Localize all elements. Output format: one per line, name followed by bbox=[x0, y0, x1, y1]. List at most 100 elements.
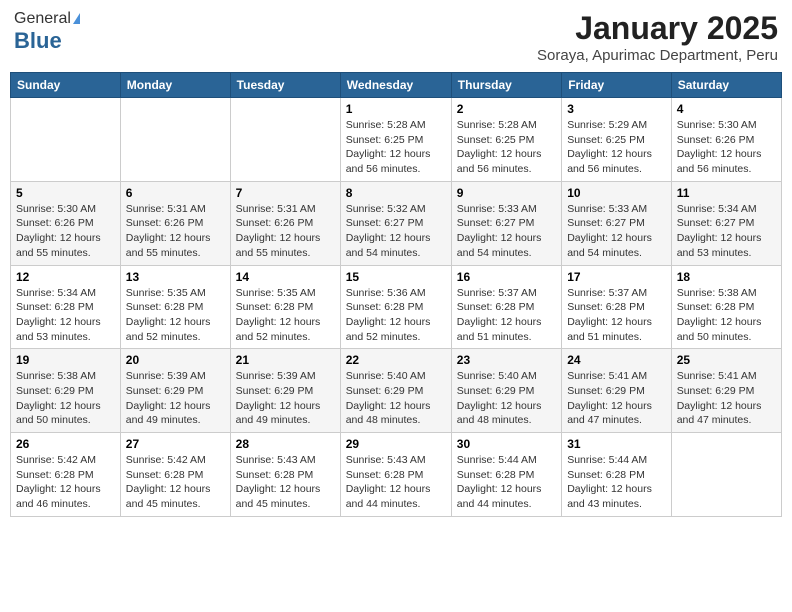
calendar-cell: 13 Sunrise: 5:35 AM Sunset: 6:28 PM Dayli… bbox=[120, 265, 230, 349]
calendar-cell: 30 Sunrise: 5:44 AM Sunset: 6:28 PM Dayli… bbox=[451, 433, 561, 517]
calendar-cell bbox=[11, 98, 121, 182]
calendar-cell: 18 Sunrise: 5:38 AM Sunset: 6:28 PM Dayli… bbox=[671, 265, 781, 349]
calendar-cell: 22 Sunrise: 5:40 AM Sunset: 6:29 PM Dayli… bbox=[340, 349, 451, 433]
weekday-header-sunday: Sunday bbox=[11, 73, 121, 98]
week-row-5: 26 Sunrise: 5:42 AM Sunset: 6:28 PM Dayli… bbox=[11, 433, 782, 517]
day-info: Sunrise: 5:38 AM Sunset: 6:28 PM Dayligh… bbox=[677, 286, 776, 345]
calendar-cell bbox=[671, 433, 781, 517]
day-number: 3 bbox=[567, 102, 666, 116]
day-info: Sunrise: 5:39 AM Sunset: 6:29 PM Dayligh… bbox=[126, 369, 225, 428]
day-number: 7 bbox=[236, 186, 335, 200]
weekday-header-row: SundayMondayTuesdayWednesdayThursdayFrid… bbox=[11, 73, 782, 98]
calendar-cell: 4 Sunrise: 5:30 AM Sunset: 6:26 PM Daylig… bbox=[671, 98, 781, 182]
day-info: Sunrise: 5:30 AM Sunset: 6:26 PM Dayligh… bbox=[16, 202, 115, 261]
day-number: 13 bbox=[126, 270, 225, 284]
calendar-cell: 31 Sunrise: 5:44 AM Sunset: 6:28 PM Dayli… bbox=[562, 433, 672, 517]
calendar-cell: 26Sunrise: 5:42 AM Sunset: 6:28 PM Dayli… bbox=[11, 433, 121, 517]
day-number: 18 bbox=[677, 270, 776, 284]
calendar-cell: 6Sunrise: 5:31 AM Sunset: 6:26 PM Daylig… bbox=[120, 181, 230, 265]
day-number: 31 bbox=[567, 437, 666, 451]
day-info: Sunrise: 5:38 AM Sunset: 6:29 PM Dayligh… bbox=[16, 369, 115, 428]
day-info: Sunrise: 5:31 AM Sunset: 6:26 PM Dayligh… bbox=[126, 202, 225, 261]
day-info: Sunrise: 5:37 AM Sunset: 6:28 PM Dayligh… bbox=[567, 286, 666, 345]
calendar-cell: 28 Sunrise: 5:43 AM Sunset: 6:28 PM Dayli… bbox=[230, 433, 340, 517]
weekday-header-tuesday: Tuesday bbox=[230, 73, 340, 98]
day-info: Sunrise: 5:32 AM Sunset: 6:27 PM Dayligh… bbox=[346, 202, 446, 261]
month-title: January 2025 bbox=[537, 10, 778, 47]
day-number: 14 bbox=[236, 270, 335, 284]
calendar-cell: 24Sunrise: 5:41 AM Sunset: 6:29 PM Dayli… bbox=[562, 349, 672, 433]
day-number: 9 bbox=[457, 186, 556, 200]
week-row-4: 19Sunrise: 5:38 AM Sunset: 6:29 PM Dayli… bbox=[11, 349, 782, 433]
day-info: Sunrise: 5:44 AM Sunset: 6:28 PM Dayligh… bbox=[567, 453, 666, 512]
day-info: Sunrise: 5:29 AM Sunset: 6:25 PM Dayligh… bbox=[567, 118, 666, 177]
day-info: Sunrise: 5:35 AM Sunset: 6:28 PM Dayligh… bbox=[236, 286, 335, 345]
day-number: 8 bbox=[346, 186, 446, 200]
calendar-cell: 2Sunrise: 5:28 AM Sunset: 6:25 PM Daylig… bbox=[451, 98, 561, 182]
day-info: Sunrise: 5:39 AM Sunset: 6:29 PM Dayligh… bbox=[236, 369, 335, 428]
calendar-cell: 25 Sunrise: 5:41 AM Sunset: 6:29 PM Dayli… bbox=[671, 349, 781, 433]
day-info: Sunrise: 5:44 AM Sunset: 6:28 PM Dayligh… bbox=[457, 453, 556, 512]
calendar-cell: 7 Sunrise: 5:31 AM Sunset: 6:26 PM Daylig… bbox=[230, 181, 340, 265]
week-row-2: 5 Sunrise: 5:30 AM Sunset: 6:26 PM Daylig… bbox=[11, 181, 782, 265]
calendar-cell: 5 Sunrise: 5:30 AM Sunset: 6:26 PM Daylig… bbox=[11, 181, 121, 265]
calendar-cell: 29Sunrise: 5:43 AM Sunset: 6:28 PM Dayli… bbox=[340, 433, 451, 517]
day-number: 10 bbox=[567, 186, 666, 200]
day-info: Sunrise: 5:41 AM Sunset: 6:29 PM Dayligh… bbox=[567, 369, 666, 428]
weekday-header-saturday: Saturday bbox=[671, 73, 781, 98]
day-number: 22 bbox=[346, 353, 446, 367]
calendar-cell bbox=[230, 98, 340, 182]
day-number: 23 bbox=[457, 353, 556, 367]
day-number: 26 bbox=[16, 437, 115, 451]
day-info: Sunrise: 5:41 AM Sunset: 6:29 PM Dayligh… bbox=[677, 369, 776, 428]
day-info: Sunrise: 5:28 AM Sunset: 6:25 PM Dayligh… bbox=[457, 118, 556, 177]
location-subtitle: Soraya, Apurimac Department, Peru bbox=[537, 47, 778, 64]
calendar-cell: 15Sunrise: 5:36 AM Sunset: 6:28 PM Dayli… bbox=[340, 265, 451, 349]
calendar-cell: 1 Sunrise: 5:28 AM Sunset: 6:25 PM Daylig… bbox=[340, 98, 451, 182]
day-number: 1 bbox=[346, 102, 446, 116]
day-info: Sunrise: 5:34 AM Sunset: 6:27 PM Dayligh… bbox=[677, 202, 776, 261]
day-info: Sunrise: 5:37 AM Sunset: 6:28 PM Dayligh… bbox=[457, 286, 556, 345]
day-number: 21 bbox=[236, 353, 335, 367]
day-number: 4 bbox=[677, 102, 776, 116]
day-number: 11 bbox=[677, 186, 776, 200]
calendar-cell: 12 Sunrise: 5:34 AM Sunset: 6:28 PM Dayli… bbox=[11, 265, 121, 349]
day-number: 28 bbox=[236, 437, 335, 451]
day-info: Sunrise: 5:30 AM Sunset: 6:26 PM Dayligh… bbox=[677, 118, 776, 177]
calendar-cell: 21 Sunrise: 5:39 AM Sunset: 6:29 PM Dayli… bbox=[230, 349, 340, 433]
day-number: 12 bbox=[16, 270, 115, 284]
calendar-cell: 23 Sunrise: 5:40 AM Sunset: 6:29 PM Dayli… bbox=[451, 349, 561, 433]
day-number: 30 bbox=[457, 437, 556, 451]
calendar-cell: 10Sunrise: 5:33 AM Sunset: 6:27 PM Dayli… bbox=[562, 181, 672, 265]
day-info: Sunrise: 5:40 AM Sunset: 6:29 PM Dayligh… bbox=[457, 369, 556, 428]
weekday-header-wednesday: Wednesday bbox=[340, 73, 451, 98]
logo-triangle-icon bbox=[73, 13, 80, 24]
week-row-3: 12 Sunrise: 5:34 AM Sunset: 6:28 PM Dayli… bbox=[11, 265, 782, 349]
page-header: General Blue January 2025 Soraya, Apurim… bbox=[10, 10, 782, 64]
day-number: 15 bbox=[346, 270, 446, 284]
day-info: Sunrise: 5:35 AM Sunset: 6:28 PM Dayligh… bbox=[126, 286, 225, 345]
calendar-cell: 3 Sunrise: 5:29 AM Sunset: 6:25 PM Daylig… bbox=[562, 98, 672, 182]
day-info: Sunrise: 5:33 AM Sunset: 6:27 PM Dayligh… bbox=[457, 202, 556, 261]
weekday-header-friday: Friday bbox=[562, 73, 672, 98]
day-number: 16 bbox=[457, 270, 556, 284]
day-info: Sunrise: 5:43 AM Sunset: 6:28 PM Dayligh… bbox=[236, 453, 335, 512]
logo: General Blue bbox=[14, 10, 80, 54]
day-info: Sunrise: 5:42 AM Sunset: 6:28 PM Dayligh… bbox=[126, 453, 225, 512]
day-info: Sunrise: 5:40 AM Sunset: 6:29 PM Dayligh… bbox=[346, 369, 446, 428]
day-info: Sunrise: 5:43 AM Sunset: 6:28 PM Dayligh… bbox=[346, 453, 446, 512]
calendar-cell: 27 Sunrise: 5:42 AM Sunset: 6:28 PM Dayli… bbox=[120, 433, 230, 517]
day-info: Sunrise: 5:34 AM Sunset: 6:28 PM Dayligh… bbox=[16, 286, 115, 345]
day-number: 17 bbox=[567, 270, 666, 284]
logo-general-text: General bbox=[14, 10, 71, 27]
calendar-cell bbox=[120, 98, 230, 182]
calendar-cell: 16 Sunrise: 5:37 AM Sunset: 6:28 PM Dayli… bbox=[451, 265, 561, 349]
day-info: Sunrise: 5:28 AM Sunset: 6:25 PM Dayligh… bbox=[346, 118, 446, 177]
day-number: 27 bbox=[126, 437, 225, 451]
day-number: 25 bbox=[677, 353, 776, 367]
day-number: 5 bbox=[16, 186, 115, 200]
calendar-cell: 17 Sunrise: 5:37 AM Sunset: 6:28 PM Dayli… bbox=[562, 265, 672, 349]
day-info: Sunrise: 5:31 AM Sunset: 6:26 PM Dayligh… bbox=[236, 202, 335, 261]
week-row-1: 1 Sunrise: 5:28 AM Sunset: 6:25 PM Daylig… bbox=[11, 98, 782, 182]
logo-blue-text: Blue bbox=[14, 28, 62, 53]
